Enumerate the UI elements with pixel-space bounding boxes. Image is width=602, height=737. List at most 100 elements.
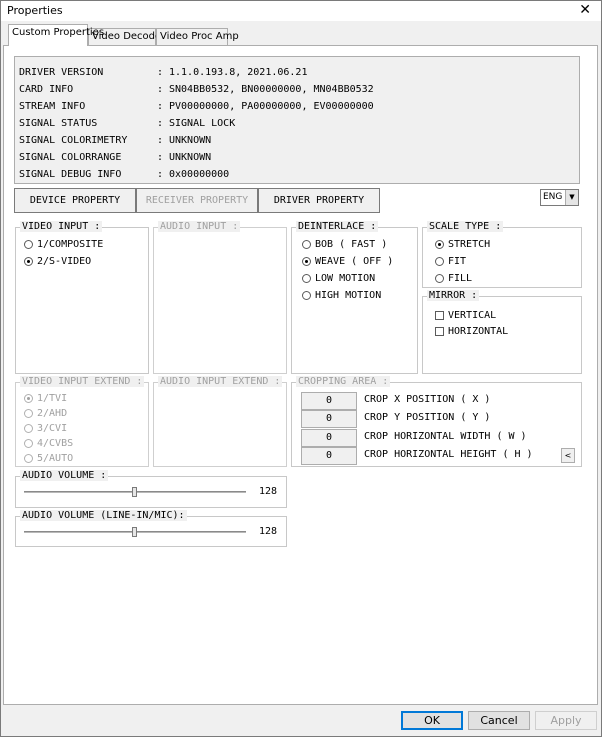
scroll-left-icon[interactable]: < [561,448,575,463]
info-colon: : [157,118,164,129]
scale-type-group: SCALE TYPE : STRETCH FIT FILL [422,221,582,288]
radio-selected-icon[interactable] [302,257,311,266]
audio-volume-value: 128 [259,486,278,497]
option-label: WEAVE ( OFF ) [315,256,394,267]
info-colon: : [157,135,164,146]
scale-type-title: SCALE TYPE : [427,221,504,232]
info-label: STREAM INFO [19,101,86,112]
option-label: FILL [448,273,473,284]
deinterlace-title: DEINTERLACE : [296,221,379,232]
info-colon: : [157,67,164,78]
option-label: LOW MOTION [315,273,376,284]
cancel-button[interactable]: Cancel [468,711,530,730]
audio-volume-line-slider-thumb[interactable] [132,527,137,537]
ok-button[interactable]: OK [401,711,463,730]
device-property-button[interactable]: DEVICE PROPERTY [14,188,136,213]
language-select[interactable]: ENG ▼ [540,189,579,206]
info-label: SIGNAL STATUS [19,118,98,129]
tab-video-proc-amp[interactable]: Video Proc Amp [156,28,239,46]
audio-input-title: AUDIO INPUT : [158,221,241,232]
info-label: SIGNAL COLORIMETRY [19,135,128,146]
crop-height-field[interactable]: 0 [301,447,357,465]
radio-icon[interactable] [24,240,33,249]
audio-input-extend-group: AUDIO INPUT EXTEND : [153,376,287,467]
info-value: SIGNAL LOCK [169,118,236,129]
radio-selected-icon[interactable] [24,257,33,266]
option-label: 1/TVI [37,393,68,404]
title-bar: Properties ✕ [1,1,601,21]
info-value: 1.1.0.193.8, 2021.06.21 [169,67,308,78]
video-input-title: VIDEO INPUT : [20,221,103,232]
crop-x-field[interactable]: 0 [301,392,357,410]
info-label: CARD INFO [19,84,74,95]
info-value: SN04BB0532, BN00000000, MN04BB0532 [169,84,374,95]
radio-icon[interactable] [302,291,311,300]
audio-volume-line-title: AUDIO VOLUME (LINE-IN/MIC): [20,510,187,521]
option-label: 2/AHD [37,408,68,419]
info-value: PV00000000, PA00000000, EV00000000 [169,101,374,112]
option-label: 4/CVBS [37,438,74,449]
radio-selected-icon[interactable] [435,240,444,249]
receiver-property-button: RECEIVER PROPERTY [136,188,258,213]
radio-icon [24,424,33,433]
info-value: 0x00000000 [169,169,230,180]
crop-height-label: CROP HORIZONTAL HEIGHT ( H ) [364,449,533,460]
radio-icon[interactable] [302,274,311,283]
info-value: UNKNOWN [169,152,212,163]
option-label: 2/S-VIDEO [37,256,92,267]
audio-volume-line-group: AUDIO VOLUME (LINE-IN/MIC): 128 [15,510,287,547]
info-label: SIGNAL DEBUG INFO [19,169,122,180]
audio-volume-slider-thumb[interactable] [132,487,137,497]
crop-width-field[interactable]: 0 [301,429,357,447]
radio-selected-icon [24,394,33,403]
mirror-group: MIRROR : VERTICAL HORIZONTAL [422,290,582,374]
video-input-extend-title: VIDEO INPUT EXTEND : [20,376,145,387]
info-label: DRIVER VERSION [19,67,104,78]
option-label: VERTICAL [448,310,497,321]
checkbox-icon[interactable] [435,327,444,336]
option-label: FIT [448,256,467,267]
audio-volume-group: AUDIO VOLUME : 128 [15,470,287,508]
info-colon: : [157,152,164,163]
video-input-group: VIDEO INPUT : 1/COMPOSITE 2/S-VIDEO [15,221,149,374]
chevron-down-icon[interactable]: ▼ [565,190,578,205]
driver-info-box: DRIVER VERSION : 1.1.0.193.8, 2021.06.21… [14,56,580,184]
option-label: BOB ( FAST ) [315,239,388,250]
info-colon: : [157,84,164,95]
window-title: Properties [7,4,63,17]
apply-button: Apply [535,711,597,730]
crop-y-label: CROP Y POSITION ( Y ) [364,412,491,423]
radio-icon[interactable] [435,274,444,283]
crop-width-label: CROP HORIZONTAL WIDTH ( W ) [364,431,527,442]
info-colon: : [157,101,164,112]
driver-property-button[interactable]: DRIVER PROPERTY [258,188,380,213]
radio-icon [24,454,33,463]
crop-y-field[interactable]: 0 [301,410,357,428]
option-label: 5/AUTO [37,453,74,464]
mirror-title: MIRROR : [427,290,480,301]
video-input-extend-group: VIDEO INPUT EXTEND : 1/TVI 2/AHD 3/CVI 4… [15,376,149,467]
info-colon: : [157,169,164,180]
radio-icon [24,409,33,418]
option-label: 3/CVI [37,423,68,434]
crop-x-label: CROP X POSITION ( X ) [364,394,491,405]
audio-input-extend-title: AUDIO INPUT EXTEND : [158,376,283,387]
tab-custom-properties[interactable]: Custom Properties [8,24,104,46]
close-icon[interactable]: ✕ [579,2,591,18]
radio-icon [24,439,33,448]
info-label: SIGNAL COLORRANGE [19,152,122,163]
radio-icon[interactable] [302,240,311,249]
option-label: STRETCH [448,239,491,250]
audio-input-group: AUDIO INPUT : [153,221,287,374]
option-label: HORIZONTAL [448,326,509,337]
info-value: UNKNOWN [169,135,212,146]
checkbox-icon[interactable] [435,311,444,320]
audio-volume-line-value: 128 [259,526,278,537]
option-label: 1/COMPOSITE [37,239,104,250]
cropping-area-title: CROPPING AREA : [296,376,391,387]
radio-icon[interactable] [435,257,444,266]
language-value: ENG [543,192,563,202]
option-label: HIGH MOTION [315,290,382,301]
audio-volume-title: AUDIO VOLUME : [20,470,109,481]
deinterlace-group: DEINTERLACE : BOB ( FAST ) WEAVE ( OFF )… [291,221,418,374]
